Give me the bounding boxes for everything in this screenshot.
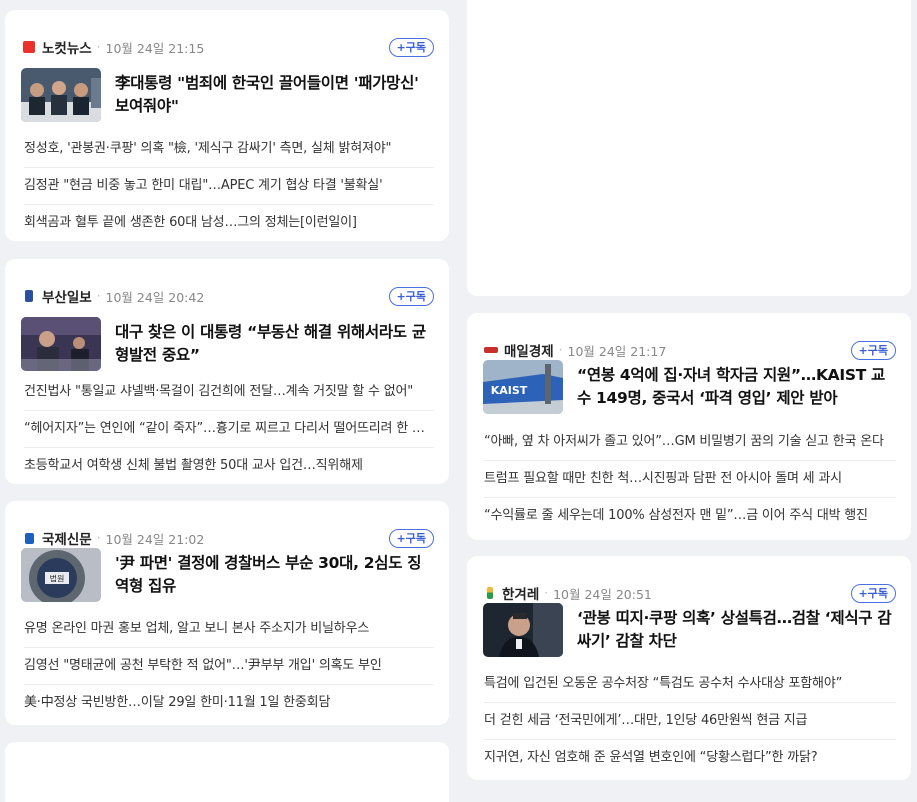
list-item[interactable]: “헤어지자”는 연인에 “같이 죽자”…흉기로 찌르고 다리서 떨어뜨리려 한 … (24, 410, 434, 447)
list-item[interactable]: 회색곰과 혈투 끝에 생존한 60대 남성…그의 정체는[이런일이] (24, 204, 434, 241)
headline-link[interactable]: 대구 찾은 이 대통령 “부동산 해결 위해서라도 균형발전 중요” (21, 316, 434, 372)
thumbnail-caption: 법원 (50, 574, 65, 584)
list-item[interactable]: “아빠, 옆 차 아저씨가 졸고 있어”…GM 비밀병기 꿈의 기술 싣고 한국… (484, 424, 896, 460)
separator-dot: · (544, 586, 549, 600)
subscribe-button[interactable]: +구독 (850, 583, 896, 603)
subscribe-button[interactable]: +구독 (388, 286, 434, 306)
timestamp: 10월 24일 21:15 (105, 40, 205, 56)
separator-dot: · (96, 531, 101, 545)
article-list: 특검에 입건된 오동운 공수처장 “특검도 공수처 수사대상 포함해야” 더 걷… (484, 666, 896, 776)
subscribe-button[interactable]: +구독 (388, 37, 434, 57)
news-card-hani: 한겨레 · 10월 24일 20:51 +구독 ‘관봉 띠지·쿠팡 의혹’ 상설… (467, 556, 911, 780)
headline-text[interactable]: '尹 파면' 결정에 경찰버스 부순 30대, 2심도 징역형 집유 (115, 552, 434, 598)
press-name[interactable]: 국제신문 (42, 528, 92, 548)
list-item[interactable]: 정성호, '관봉권·쿠팡' 의혹 "檢, '제식구 감싸기' 측면, 실체 밝혀… (24, 131, 434, 167)
separator-dot: · (96, 289, 101, 303)
press-logo-icon[interactable] (484, 347, 498, 353)
list-item[interactable]: 초등학교서 여학생 신체 불법 촬영한 50대 교사 입건…직위해제 (24, 447, 434, 484)
separator-dot: · (558, 343, 563, 357)
article-list: 정성호, '관봉권·쿠팡' 의혹 "檢, '제식구 감싸기' 측면, 실체 밝혀… (24, 131, 434, 241)
press-logo-icon[interactable] (487, 587, 493, 599)
list-item[interactable]: 건진법사 "통일교 샤넬백·목걸이 김건희에 전달…계속 거짓말 할 수 없어" (24, 374, 434, 410)
card-header: 매일경제 · 10월 24일 21:17 +구독 (484, 339, 896, 361)
timestamp: 10월 24일 20:51 (553, 586, 652, 602)
timestamp: 10월 24일 21:02 (105, 531, 205, 547)
subscribe-button[interactable]: +구독 (388, 528, 434, 548)
list-item[interactable]: 유명 온라인 마권 홍보 업체, 알고 보니 본사 주소지가 비닐하우스 (24, 611, 434, 647)
article-list: 건진법사 "통일교 샤넬백·목걸이 김건희에 전달…계속 거짓말 할 수 없어"… (24, 374, 434, 484)
press-logo-icon[interactable] (23, 41, 35, 53)
list-item[interactable]: 美·中정상 국빈방한…이달 29일 한미·11월 1일 한중회담 (24, 684, 434, 721)
news-thumbnail[interactable] (21, 317, 101, 371)
list-item[interactable]: 김영선 "명태균에 공천 부탁한 적 없어"…'尹부부 개입' 의혹도 부인 (24, 647, 434, 684)
timestamp: 10월 24일 20:42 (105, 289, 205, 305)
headline-text[interactable]: ‘관봉 띠지·쿠팡 의혹’ 상설특검…검찰 ‘제식구 감싸기’ 감찰 차단 (577, 607, 896, 653)
news-thumbnail[interactable] (21, 68, 101, 122)
card-header: 국제신문 · 10월 24일 21:02 +구독 (23, 527, 434, 549)
news-thumbnail[interactable]: KAIST (483, 360, 563, 414)
separator-dot: · (96, 40, 101, 54)
news-card-mk: 매일경제 · 10월 24일 21:17 +구독 KAIST “연봉 4억에 집… (467, 313, 911, 540)
list-item[interactable]: 더 걷힌 세금 ‘전국민에게’…대만, 1인당 46만원씩 현금 지급 (484, 702, 896, 739)
list-item[interactable]: 트럼프 필요할 때만 친한 척…시진핑과 담판 전 아시아 돌며 세 과시 (484, 460, 896, 497)
headline-text[interactable]: 대구 찾은 이 대통령 “부동산 해결 위해서라도 균형발전 중요” (115, 321, 434, 367)
subscribe-button[interactable]: +구독 (850, 340, 896, 360)
headline-text[interactable]: 李대통령 "범죄에 한국인 끌어들이면 '패가망신' 보여줘야" (115, 72, 434, 118)
list-item[interactable]: 지귀연, 자신 엄호해 준 윤석열 변호인에 “당황스럽다”한 까닭? (484, 739, 896, 776)
press-name[interactable]: 부산일보 (42, 286, 92, 306)
card-header: 한겨레 · 10월 24일 20:51 +구독 (484, 582, 896, 604)
headline-link[interactable]: KAIST “연봉 4억에 집·자녀 학자금 지원”…KAIST 교수 149명… (483, 359, 896, 415)
article-list: 유명 온라인 마권 홍보 업체, 알고 보니 본사 주소지가 비닐하우스 김영선… (24, 611, 434, 721)
card-header: 노컷뉴스 · 10월 24일 21:15 +구독 (23, 36, 434, 58)
list-item[interactable]: “수익률로 줄 세우는데 100% 삼성전자 맨 밑”…금 이어 주식 대박 행… (484, 497, 896, 534)
news-thumbnail[interactable] (483, 603, 563, 657)
news-card-nocut: 노컷뉴스 · 10월 24일 21:15 +구독 李대통령 "범죄에 한국인 끌… (5, 10, 449, 241)
press-logo-icon[interactable] (25, 290, 33, 302)
article-list: “아빠, 옆 차 아저씨가 졸고 있어”…GM 비밀병기 꿈의 기술 싣고 한국… (484, 424, 896, 534)
press-name[interactable]: 노컷뉴스 (42, 37, 92, 57)
timestamp: 10월 24일 21:17 (567, 343, 667, 359)
headline-text[interactable]: “연봉 4억에 집·자녀 학자금 지원”…KAIST 교수 149명, 중국서 … (577, 364, 896, 410)
list-item[interactable]: 특검에 입건된 오동운 공수처장 “특검도 공수처 수사대상 포함해야” (484, 666, 896, 702)
press-name[interactable]: 매일경제 (504, 340, 554, 360)
news-card-busan: 부산일보 · 10월 24일 20:42 +구독 대구 찾은 이 대통령 “부동… (5, 259, 449, 484)
news-thumbnail[interactable]: 법원 (21, 548, 101, 602)
list-item[interactable]: 김정관 "현금 비중 놓고 한미 대립"…APEC 계기 협상 타결 '불확실' (24, 167, 434, 204)
card-header: 부산일보 · 10월 24일 20:42 +구독 (23, 285, 434, 307)
headline-link[interactable]: ‘관봉 띠지·쿠팡 의혹’ 상설특검…검찰 ‘제식구 감싸기’ 감찰 차단 (483, 602, 896, 658)
headline-link[interactable]: 李대통령 "범죄에 한국인 끌어들이면 '패가망신' 보여줘야" (21, 67, 434, 123)
ad-placeholder (467, 0, 911, 296)
news-card-partial (5, 742, 449, 802)
headline-link[interactable]: 법원 '尹 파면' 결정에 경찰버스 부순 30대, 2심도 징역형 집유 (21, 547, 434, 603)
press-name[interactable]: 한겨레 (502, 583, 539, 603)
thumbnail-caption: KAIST (491, 384, 528, 397)
news-card-kookje: 국제신문 · 10월 24일 21:02 +구독 법원 '尹 파면' 결정에 경… (5, 501, 449, 725)
press-logo-icon[interactable] (25, 532, 34, 544)
